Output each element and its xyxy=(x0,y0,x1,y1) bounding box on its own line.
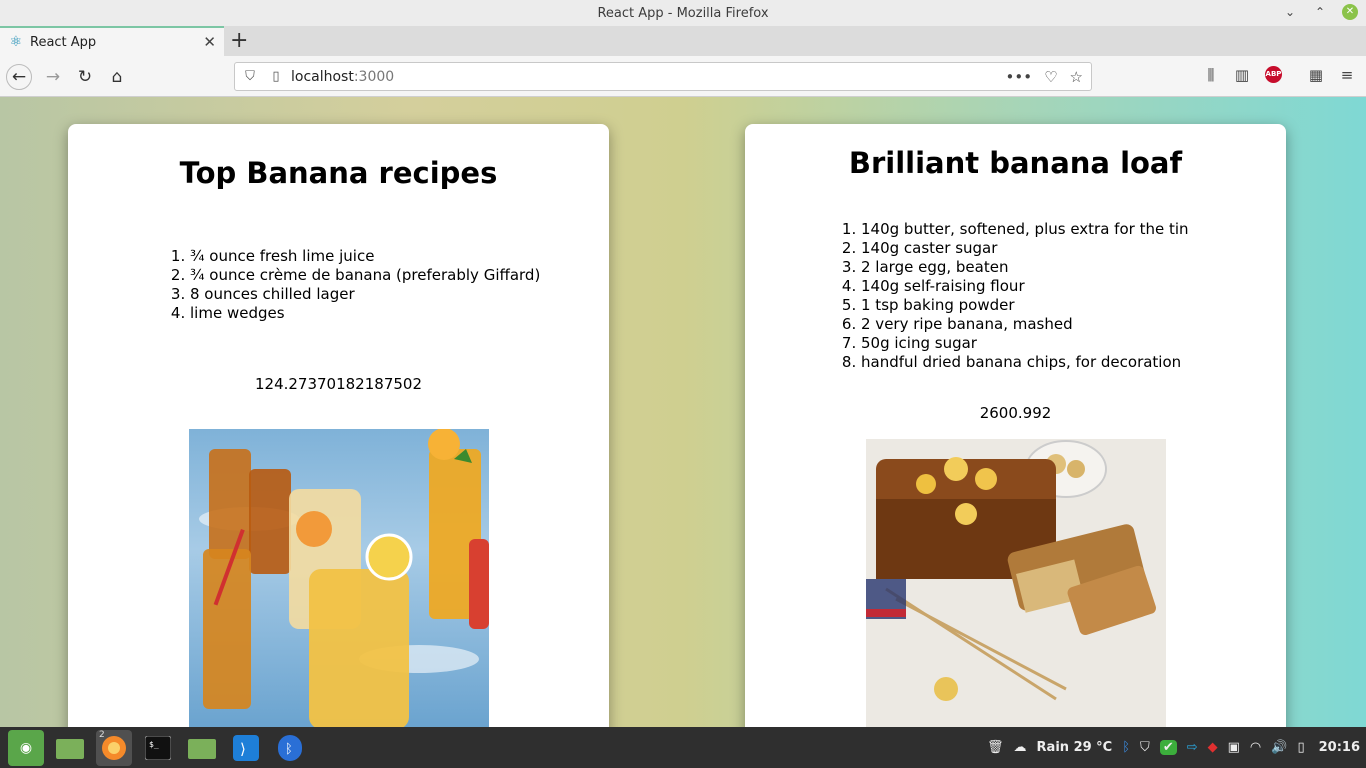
svg-text:⟩: ⟩ xyxy=(240,740,246,758)
ingredient-item: ¾ ounce crème de banana (preferably Giff… xyxy=(190,266,609,285)
window-titlebar: React App - Mozilla Firefox ⌄ ⌃ ✕ xyxy=(0,0,1366,26)
weather-icon[interactable]: ☁ xyxy=(1014,740,1027,755)
tab-title: React App xyxy=(30,34,97,50)
update-shield-icon[interactable]: ⛉ xyxy=(1140,740,1150,755)
page-content: Top Banana recipes ¾ ounce fresh lime ju… xyxy=(0,97,1366,727)
ingredient-item: 1 tsp baking powder xyxy=(861,296,1286,315)
home-icon[interactable]: ⌂ xyxy=(104,64,130,90)
page-actions-icon[interactable]: ••• xyxy=(1006,68,1033,86)
vpn-icon[interactable]: ◆ xyxy=(1208,740,1218,755)
ingredient-item: 50g icing sugar xyxy=(861,334,1286,353)
minimize-icon[interactable]: ⌄ xyxy=(1282,5,1298,19)
recipe-value: 124.27370182187502 xyxy=(254,375,422,393)
ingredient-item: 2 large egg, beaten xyxy=(861,258,1286,277)
close-window-icon[interactable]: ✕ xyxy=(1342,4,1358,20)
volume-icon[interactable]: 🔊 xyxy=(1271,740,1287,755)
bluetooth-app-icon[interactable]: ᛒ xyxy=(272,730,308,766)
extensions-icon[interactable]: ▦ xyxy=(1305,66,1327,84)
vscode-icon[interactable]: ⟩ xyxy=(228,730,264,766)
files-folder-icon[interactable] xyxy=(52,730,88,766)
mint-menu-icon[interactable]: ◉ xyxy=(8,729,44,766)
forward-icon[interactable]: → xyxy=(40,64,66,90)
ingredient-list: ¾ ounce fresh lime juice ¾ ounce crème d… xyxy=(190,247,609,323)
back-icon[interactable]: ← xyxy=(6,64,32,90)
clock[interactable]: 20:16 xyxy=(1319,740,1360,755)
recipe-title: Top Banana recipes xyxy=(179,156,498,190)
folder-icon[interactable] xyxy=(184,730,220,766)
tab-react-app[interactable]: ⚛ React App ✕ xyxy=(0,26,224,56)
ingredient-item: handful dried banana chips, for decorati… xyxy=(861,353,1286,372)
share-icon[interactable]: ⇨ xyxy=(1187,740,1198,755)
library-icon[interactable]: ⫼ xyxy=(1200,66,1222,84)
weather-status[interactable]: Rain 29 °C xyxy=(1037,740,1113,755)
pocket-icon[interactable]: ♡ xyxy=(1044,68,1057,86)
ingredient-item: 140g self-raising flour xyxy=(861,277,1286,296)
recipe-title: Brilliant banana loaf xyxy=(848,146,1183,180)
recipe-value: 2600.992 xyxy=(979,404,1052,422)
tab-strip: ⚛ React App ✕ + xyxy=(0,26,1366,56)
adblock-icon[interactable]: ABP xyxy=(1265,66,1282,83)
url-host: localhost xyxy=(291,68,354,85)
react-favicon-icon: ⚛ xyxy=(9,34,23,50)
page-info-icon[interactable]: ▯ xyxy=(265,69,287,84)
url-port: :3000 xyxy=(353,68,395,85)
ingredient-item: 2 very ripe banana, mashed xyxy=(861,315,1286,334)
tab-close-icon[interactable]: ✕ xyxy=(203,33,216,51)
ingredient-item: ¾ ounce fresh lime juice xyxy=(190,247,609,266)
firefox-taskbar-icon[interactable]: 2 xyxy=(96,729,132,766)
window-controls: ⌄ ⌃ ✕ xyxy=(1282,4,1358,20)
firefox-window-count: 2 xyxy=(99,729,105,740)
new-tab-icon[interactable]: + xyxy=(230,28,248,53)
url-bar[interactable]: ⛉ ▯ localhost:3000 ••• ♡ ☆ xyxy=(234,62,1092,91)
recipe-photo-drinks xyxy=(189,429,489,727)
wifi-icon[interactable]: ◠ xyxy=(1250,740,1261,755)
sidebar-icon[interactable]: ▥ xyxy=(1231,66,1253,84)
reload-icon[interactable]: ↻ xyxy=(72,64,98,90)
bluetooth-icon[interactable]: ᛒ xyxy=(1122,740,1130,755)
ingredient-item: 8 ounces chilled lager xyxy=(190,285,609,304)
bookmark-star-icon[interactable]: ☆ xyxy=(1070,68,1083,86)
recipe-card-top-banana: Top Banana recipes ¾ ounce fresh lime ju… xyxy=(68,124,609,727)
svg-text:$_: $_ xyxy=(149,740,159,749)
ingredient-list: 140g butter, softened, plus extra for th… xyxy=(861,220,1286,372)
maximize-icon[interactable]: ⌃ xyxy=(1312,5,1328,19)
menu-icon[interactable]: ≡ xyxy=(1336,66,1358,84)
battery-icon[interactable]: ▯ xyxy=(1297,740,1304,755)
system-tray: 🗑 ☁ Rain 29 °C ᛒ ⛉ ✔ ⇨ ◆ ▣ ◠ 🔊 ▯ 20:16 xyxy=(987,727,1360,768)
ingredient-item: lime wedges xyxy=(190,304,609,323)
screenshot-icon[interactable]: ▣ xyxy=(1228,740,1240,755)
taskbar: ◉ 2 $_ ⟩ ᛒ 🗑 ☁ Rain 29 °C ᛒ ⛉ ✔ ⇨ ◆ ▣ ◠ … xyxy=(0,727,1366,768)
navigation-toolbar: ← → ↻ ⌂ ⛉ ▯ localhost:3000 ••• ♡ ☆ ⫼ ▥ A… xyxy=(0,56,1366,97)
trash-icon[interactable]: 🗑 xyxy=(987,740,1004,755)
recipe-card-banana-loaf: Brilliant banana loaf 140g butter, softe… xyxy=(745,124,1286,727)
check-icon[interactable]: ✔ xyxy=(1159,740,1177,755)
shield-icon[interactable]: ⛉ xyxy=(239,69,261,84)
recipe-photo-banana-loaf xyxy=(866,439,1166,727)
window-title: React App - Mozilla Firefox xyxy=(597,5,769,21)
ingredient-item: 140g butter, softened, plus extra for th… xyxy=(861,220,1286,239)
svg-text:ᛒ: ᛒ xyxy=(285,742,293,757)
terminal-icon[interactable]: $_ xyxy=(140,730,176,766)
ingredient-item: 140g caster sugar xyxy=(861,239,1286,258)
